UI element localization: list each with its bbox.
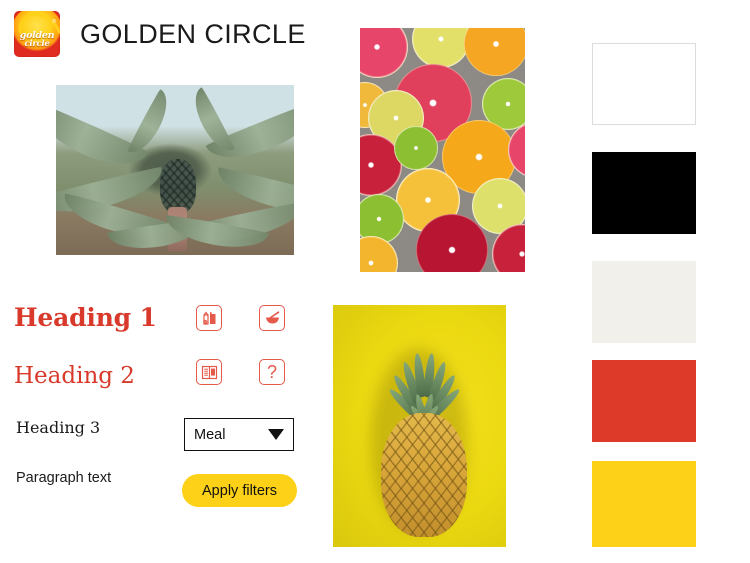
brand-header: ® golden circle GOLDEN CIRCLE: [14, 11, 306, 57]
pineapple-yellow-photo: [333, 305, 506, 547]
apply-filters-button[interactable]: Apply filters: [182, 474, 297, 507]
color-swatch-white: [592, 43, 696, 125]
help-question-icon[interactable]: ?: [259, 359, 285, 385]
color-swatch-black: [592, 152, 696, 234]
mortar-pestle-icon[interactable]: [259, 305, 285, 331]
pineapple-crown-shape: [386, 327, 463, 438]
heading-3-sample: Heading 3: [16, 418, 101, 437]
meal-select-value: Meal: [194, 426, 226, 443]
paragraph-text-sample: Paragraph text: [16, 470, 112, 486]
meal-select[interactable]: Meal: [184, 418, 294, 451]
color-swatch-cream: [592, 261, 696, 343]
golden-circle-logo: ® golden circle: [14, 11, 60, 57]
logo-wordmark: golden circle: [14, 31, 60, 49]
chevron-down-icon: [268, 429, 284, 440]
juice-carton-icon[interactable]: [196, 305, 222, 331]
page-title: GOLDEN CIRCLE: [80, 18, 306, 49]
color-swatch-red: [592, 360, 696, 442]
help-question-glyph: ?: [266, 362, 277, 382]
logo-trademark: ®: [52, 19, 56, 25]
style-guide-page: ® golden circle GOLDEN CIRCLE Heading 1 …: [0, 0, 750, 563]
heading-1-sample: Heading 1: [14, 303, 157, 332]
logo-wordmark-line2: circle: [24, 39, 50, 50]
citrus-slices-photo: [360, 28, 525, 272]
heading-2-sample: Heading 2: [14, 363, 135, 389]
recipe-book-icon[interactable]: [196, 359, 222, 385]
color-swatch-yellow: [592, 461, 696, 547]
pineapple-field-photo: [56, 85, 294, 255]
pineapple-body-shape: [381, 413, 467, 537]
pineapple-fruit-shape: [160, 159, 196, 213]
